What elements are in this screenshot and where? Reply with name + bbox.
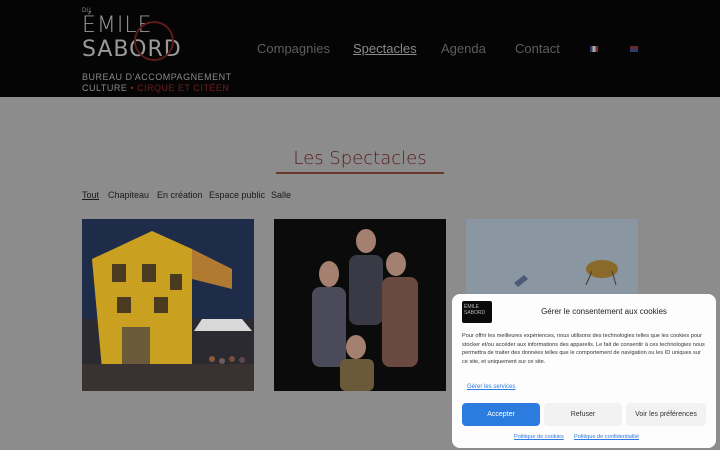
filter-en-creation[interactable]: En création	[157, 190, 203, 200]
consent-text: Pour offrir les meilleures expériences, …	[462, 333, 705, 365]
en-flag-icon[interactable]	[630, 46, 638, 52]
site-logo[interactable]: DU ÉMILE SABORD BUREAU D'ACCOMPAGNEMENT …	[80, 8, 231, 96]
logo-ring-icon	[134, 21, 174, 61]
show-photo-actors	[274, 219, 446, 391]
consent-logo: ÉMILE SABORD	[462, 301, 492, 323]
site-header: DU ÉMILE SABORD BUREAU D'ACCOMPAGNEMENT …	[0, 0, 720, 97]
show-photo-yellow-house	[82, 219, 254, 391]
manage-services-link[interactable]: Gérer les services	[467, 384, 515, 390]
view-preferences-button[interactable]: Voir les préférences	[626, 403, 706, 426]
show-card-1[interactable]	[82, 219, 254, 391]
filter-chapiteau[interactable]: Chapiteau	[108, 190, 149, 200]
logo-tagline-1: BUREAU D'ACCOMPAGNEMENT	[82, 72, 232, 82]
show-card-2[interactable]	[274, 219, 446, 391]
nav-agenda[interactable]: Agenda	[441, 41, 486, 56]
filter-salle[interactable]: Salle	[271, 190, 291, 200]
nav-spectacles[interactable]: Spectacles	[353, 41, 417, 56]
cookie-consent-modal: ÉMILE SABORD Gérer le consentement aux c…	[452, 294, 716, 448]
fr-flag-icon[interactable]	[590, 46, 598, 52]
filter-tout[interactable]: Tout	[82, 190, 99, 200]
title-underline	[276, 172, 444, 174]
consent-title: Gérer le consentement aux cookies	[541, 307, 667, 316]
logo-tagline-2: CULTURE • CIRQUE ET CITÉEN	[82, 83, 230, 93]
cookie-policy-link[interactable]: Politique de cookies	[514, 434, 564, 440]
accept-button[interactable]: Accepter	[462, 403, 540, 426]
privacy-policy-link[interactable]: Politique de confidentialité	[574, 434, 639, 440]
filter-espace-public[interactable]: Espace public	[209, 190, 265, 200]
page-title: Les Spectacles	[293, 148, 427, 169]
refuse-button[interactable]: Refuser	[544, 403, 622, 426]
nav-contact[interactable]: Contact	[515, 41, 560, 56]
nav-compagnies[interactable]: Compagnies	[257, 41, 330, 56]
